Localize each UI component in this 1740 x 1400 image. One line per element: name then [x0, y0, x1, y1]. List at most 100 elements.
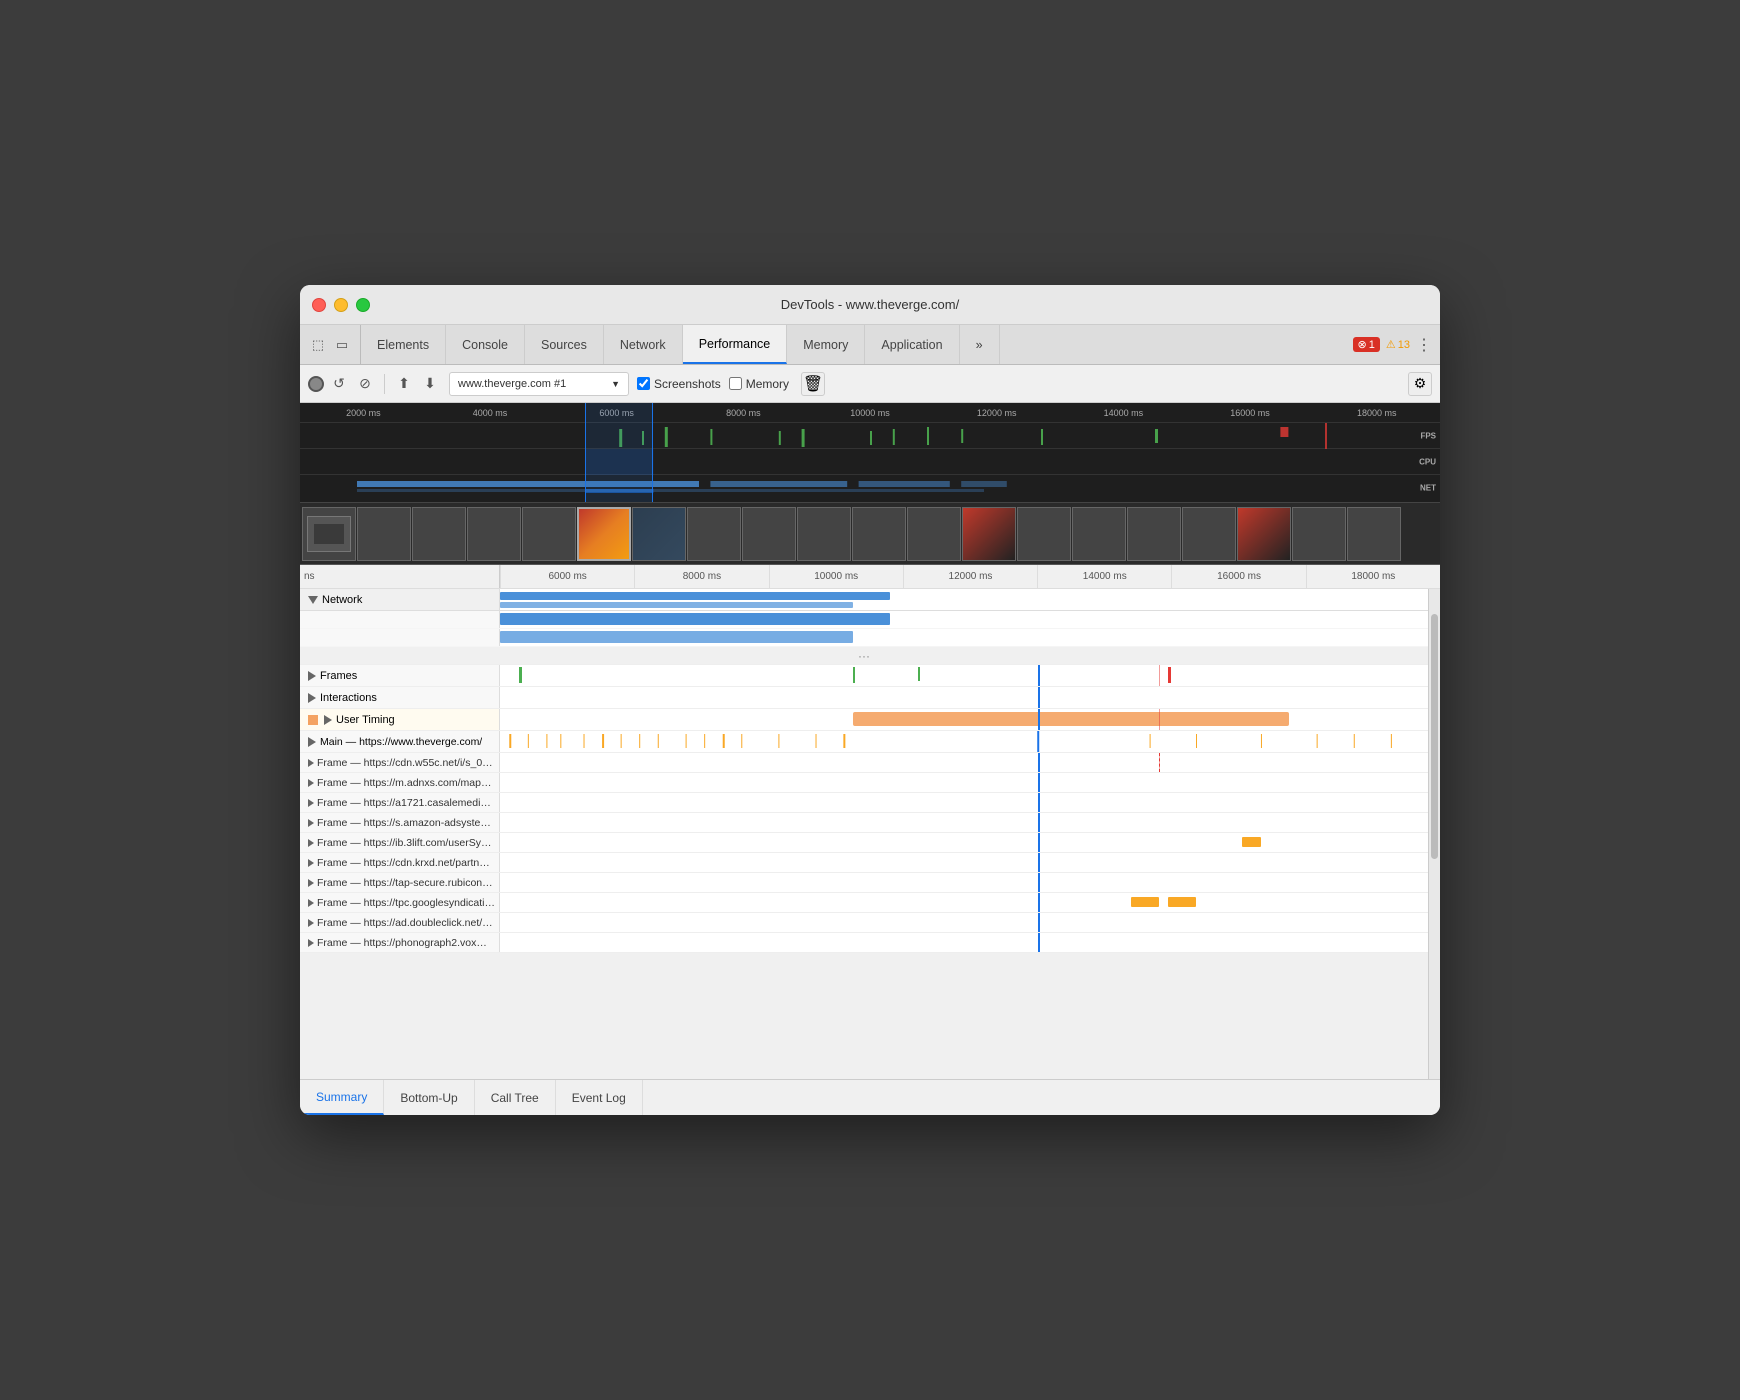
screenshot-thumb[interactable]	[1292, 507, 1346, 561]
frame-row[interactable]: Frame — https://ib.3lift.com/userSync.ht…	[300, 833, 1428, 853]
cursor-icon[interactable]: ⬚	[308, 335, 328, 355]
frame-row-label: Frame — https://phonograph2.voxmedia.com…	[300, 933, 500, 952]
record-button[interactable]	[308, 376, 324, 392]
maximize-button[interactable]	[356, 298, 370, 312]
frame-row[interactable]: Frame — https://cdn.krxd.net/partnerjs/x…	[300, 853, 1428, 873]
screenshot-thumb[interactable]	[1127, 507, 1181, 561]
screenshot-thumb[interactable]	[742, 507, 796, 561]
frames-content	[500, 665, 1428, 686]
screenshot-thumb[interactable]	[1017, 507, 1071, 561]
minimize-button[interactable]	[334, 298, 348, 312]
screenshot-thumb[interactable]	[357, 507, 411, 561]
vertical-cursor	[1038, 687, 1040, 708]
net-row: NET	[300, 475, 1440, 500]
frame-row[interactable]: Frame — https://s.amazon-adsystem.com/ec…	[300, 813, 1428, 833]
net-bar	[500, 631, 853, 643]
user-timing-bar	[853, 712, 1289, 726]
screenshot-thumb[interactable]	[1072, 507, 1126, 561]
tab-performance[interactable]: Performance	[683, 325, 788, 364]
interactions-label: Interactions	[300, 687, 500, 708]
main-row-label: Main — https://www.theverge.com/	[300, 731, 500, 752]
expand-icon	[308, 939, 314, 947]
fps-chart	[300, 423, 1440, 449]
cursor-line	[1038, 933, 1040, 952]
ruler-mark: 4000 ms	[427, 408, 554, 418]
screenshot-thumb[interactable]	[1182, 507, 1236, 561]
user-timing-label: User Timing	[300, 709, 500, 730]
devtools-window: DevTools - www.theverge.com/ ⬚ ▭ Element…	[300, 285, 1440, 1115]
screenshot-thumb[interactable]	[962, 507, 1016, 561]
main-row[interactable]: Main — https://www.theverge.com/	[300, 731, 1428, 753]
tab-bar-right: ⊗ 1 ⚠ 13 ⋮	[1345, 325, 1440, 364]
frame-row-label: Frame — https://cdn.krxd.net/partnerjs/x…	[300, 853, 500, 872]
screenshot-thumb[interactable]	[467, 507, 521, 561]
vertical-scrollbar[interactable]	[1428, 589, 1440, 1079]
url-selector[interactable]: www.theverge.com #1 ▼	[449, 372, 629, 396]
tab-call-tree[interactable]: Call Tree	[475, 1080, 556, 1115]
delete-button[interactable]: 🗑	[801, 372, 825, 396]
frame-row[interactable]: Frame — https://cdn.w55c.net/i/s_0RB7U9m…	[300, 753, 1428, 773]
tab-sources[interactable]: Sources	[525, 325, 604, 364]
frame-row[interactable]: Frame — https://tap-secure.rubiconprojec…	[300, 873, 1428, 893]
memory-toggle[interactable]: Memory	[729, 377, 789, 391]
dot-separator: ···	[300, 647, 1428, 665]
user-timing-row[interactable]: User Timing	[300, 709, 1428, 731]
network-section-header[interactable]: Network	[300, 589, 1428, 611]
detail-ruler-marks: 6000 ms 8000 ms 10000 ms 12000 ms 14000 …	[500, 565, 1440, 588]
screenshot-thumb[interactable]	[522, 507, 576, 561]
tab-more[interactable]: »	[960, 325, 1000, 364]
frame-row[interactable]: Frame — https://a1721.casalemedia.com/if…	[300, 793, 1428, 813]
reload-button[interactable]: ↺	[328, 373, 350, 395]
screenshot-thumb[interactable]	[687, 507, 741, 561]
screenshot-thumb[interactable]	[797, 507, 851, 561]
interactions-expand-icon	[308, 693, 316, 703]
screenshot-thumb[interactable]	[1237, 507, 1291, 561]
tab-network[interactable]: Network	[604, 325, 683, 364]
screenshot-thumb[interactable]	[412, 507, 466, 561]
frames-row[interactable]: Frames	[300, 665, 1428, 687]
error-count: 1	[1369, 339, 1375, 351]
screenshot-thumb[interactable]	[1347, 507, 1401, 561]
tab-application[interactable]: Application	[865, 325, 959, 364]
expand-icon	[308, 879, 314, 887]
screenshot-thumb-selected[interactable]	[577, 507, 631, 561]
tab-event-log[interactable]: Event Log	[556, 1080, 643, 1115]
settings-button[interactable]: ⚙	[1408, 372, 1432, 396]
download-button[interactable]: ⬇	[419, 373, 441, 395]
screenshot-thumbnails	[300, 507, 1401, 561]
tab-bar-tools: ⬚ ▭	[300, 325, 361, 364]
tab-console[interactable]: Console	[446, 325, 525, 364]
ruler-ns-label: ns	[300, 565, 500, 588]
tab-elements[interactable]: Elements	[361, 325, 446, 364]
clear-button[interactable]: ⊘	[354, 373, 376, 395]
screenshot-thumb[interactable]	[852, 507, 906, 561]
screenshot-thumb[interactable]	[302, 507, 356, 561]
frame-row[interactable]: Frame — https://m.adnxs.com/mapuid?membe…	[300, 773, 1428, 793]
ruler-mark-16000: 16000 ms	[1171, 565, 1305, 588]
screenshot-thumb[interactable]	[907, 507, 961, 561]
settings-icon[interactable]: ⋮	[1416, 335, 1432, 355]
scrollbar-thumb[interactable]	[1431, 614, 1438, 859]
tab-bottom-up[interactable]: Bottom-Up	[384, 1080, 474, 1115]
close-button[interactable]	[312, 298, 326, 312]
cursor-line	[1038, 833, 1040, 852]
tab-summary[interactable]: Summary	[300, 1080, 384, 1115]
expand-icon	[308, 839, 314, 847]
screenshots-toggle[interactable]: Screenshots	[637, 377, 721, 391]
ruler-mark: 2000 ms	[300, 408, 427, 418]
frame-row[interactable]: Frame — https://phonograph2.voxmedia.com…	[300, 933, 1428, 953]
screenshot-thumb[interactable]	[632, 507, 686, 561]
expand-icon	[308, 919, 314, 927]
device-icon[interactable]: ▭	[332, 335, 352, 355]
frame-row[interactable]: Frame — https://tpc.googlesyndication.co…	[300, 893, 1428, 913]
fps-label: FPS	[1420, 431, 1436, 440]
interactions-content	[500, 687, 1428, 708]
frame-row[interactable]: Frame — https://ad.doubleclick.net/ddm/a…	[300, 913, 1428, 933]
interactions-row[interactable]: Interactions	[300, 687, 1428, 709]
bottom-tabs: Summary Bottom-Up Call Tree Event Log	[300, 1079, 1440, 1115]
tab-memory[interactable]: Memory	[787, 325, 865, 364]
frames-label: Frames	[300, 665, 500, 686]
url-value: www.theverge.com #1	[458, 378, 566, 390]
net-chart	[300, 475, 1440, 500]
upload-button[interactable]: ⬆	[393, 373, 415, 395]
